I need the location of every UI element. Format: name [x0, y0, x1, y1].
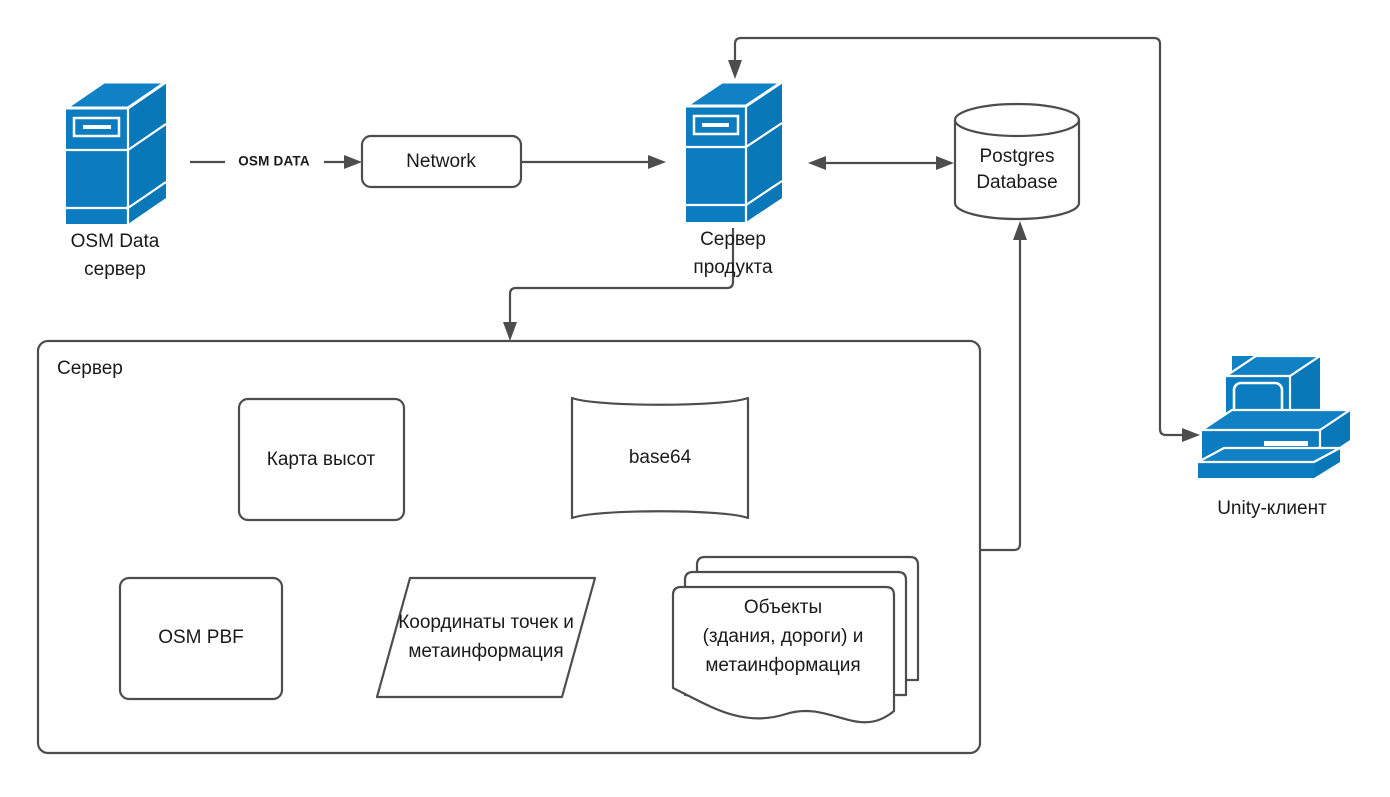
node-height-map-label: Карта высот [267, 449, 376, 470]
node-osm-pbf[interactable]: OSM PBF [118, 576, 284, 701]
node-network-label: Network [406, 151, 476, 172]
architecture-diagram: OSM DATA Network Postgres Database Серве… [0, 0, 1390, 797]
node-coordinates-label-line2: метаинформация [408, 641, 563, 662]
node-objects-multidoc[interactable]: Объекты (здания, дороги) и метаинформаци… [671, 555, 920, 724]
edge-loop-to-product-server [728, 36, 1162, 90]
edge-label-osm-data: OSM DATA [238, 154, 310, 169]
diagram-canvas: OSM DATA Network Postgres Database Серве… [36, 36, 1354, 755]
node-unity-client[interactable]: Unity-клиент [1197, 354, 1354, 519]
node-product-server[interactable]: Сервер продукта [681, 80, 787, 278]
node-postgres-label-line2: Database [976, 172, 1057, 193]
node-network[interactable]: Network [360, 134, 523, 189]
node-coordinates-label-line1: Координаты точек и [398, 612, 574, 633]
node-unity-client-label: Unity-клиент [1217, 498, 1327, 519]
node-base64-label: base64 [629, 447, 692, 468]
node-osm-data-server[interactable]: OSM Data сервер [61, 80, 171, 280]
node-postgres-label-line1: Postgres [980, 146, 1055, 167]
edge-osm-to-network: OSM DATA [190, 154, 362, 169]
node-objects-label-line3: метаинформация [705, 655, 860, 676]
node-osm-data-server-label-line2: сервер [84, 259, 146, 280]
node-postgres-database[interactable]: Postgres Database [953, 102, 1081, 221]
node-base64[interactable]: base64 [570, 396, 750, 520]
server-3d-icon [61, 80, 171, 224]
node-server-container-label: Сервер [57, 358, 123, 379]
node-objects-label-line2: (здания, дороги) и [703, 626, 864, 647]
edge-bus-to-unity-client [1158, 90, 1200, 442]
node-osm-data-server-label-line1: OSM Data [71, 231, 160, 252]
node-product-server-label-line2: продукта [693, 257, 773, 278]
node-objects-label-line1: Объекты [744, 597, 822, 618]
node-product-server-label-line1: Сервер [700, 229, 766, 250]
edge-product-to-postgres [808, 156, 954, 170]
node-osm-pbf-label: OSM PBF [158, 627, 244, 648]
node-coordinates[interactable]: Координаты точек и метаинформация [375, 576, 597, 699]
server-3d-icon [681, 80, 787, 222]
edge-product-to-server-container [503, 228, 735, 341]
edge-network-to-product [521, 155, 666, 169]
node-height-map[interactable]: Карта высот [237, 397, 406, 522]
workstation-3d-icon [1197, 354, 1354, 478]
